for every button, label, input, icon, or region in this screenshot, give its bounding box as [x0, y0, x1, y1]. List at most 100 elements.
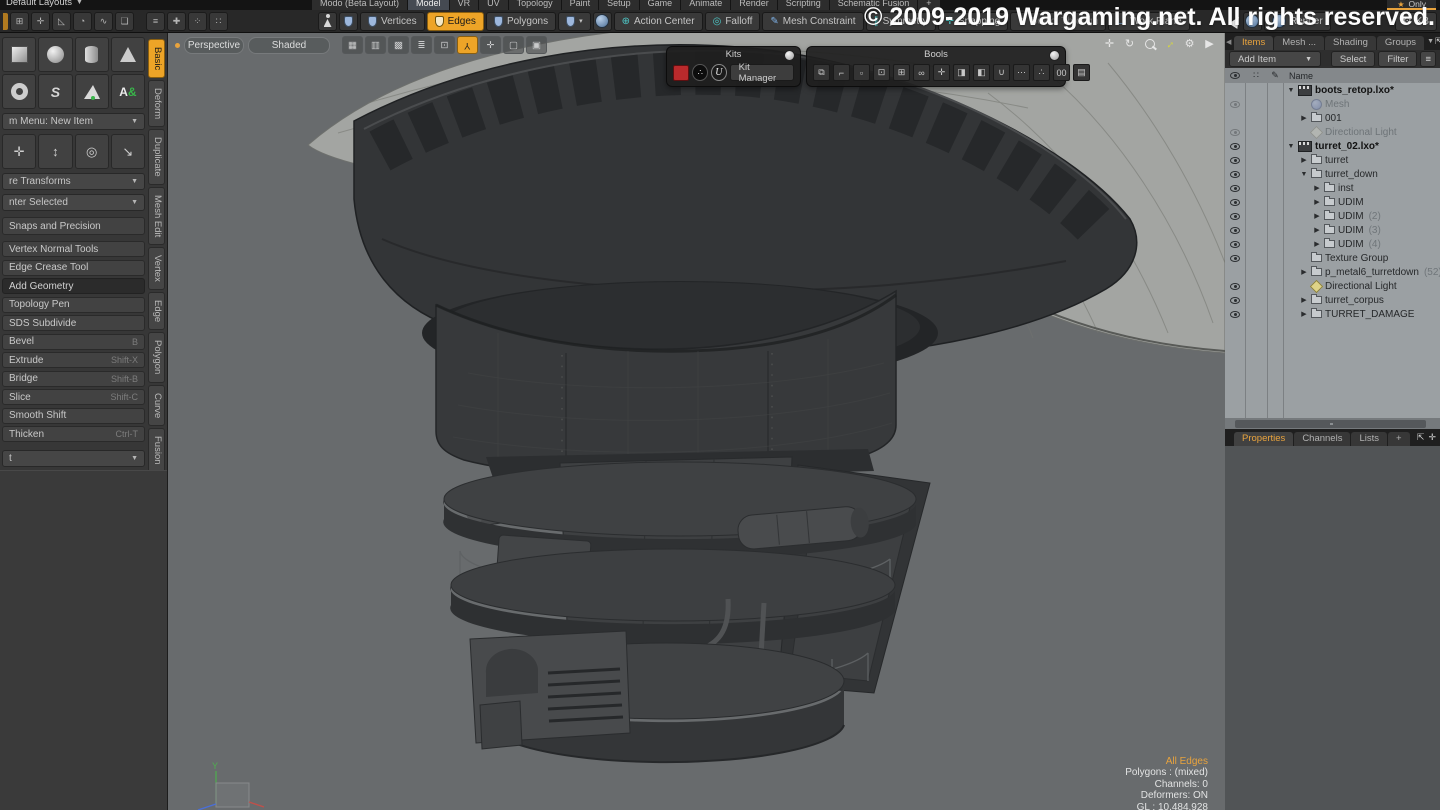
lock-column-icon[interactable]: ✎: [1267, 70, 1283, 81]
bool-add-icon[interactable]: ✛: [933, 64, 950, 81]
tree-item-directional-light[interactable]: Directional Light: [1225, 279, 1440, 293]
pan-icon[interactable]: ✛: [1102, 36, 1117, 51]
visibility-eye-icon[interactable]: [1225, 227, 1245, 234]
sidebar-tab-deform[interactable]: Deform: [148, 80, 165, 127]
visibility-eye-icon[interactable]: [1225, 171, 1245, 178]
transform-scale-icon[interactable]: ↘: [111, 134, 145, 169]
expand-select-icon[interactable]: ⁘: [188, 12, 207, 31]
bool-duplicate-icon[interactable]: ⧉: [813, 64, 830, 81]
expand-panel-icon[interactable]: ⇱: [1417, 432, 1425, 443]
filter-button[interactable]: Filter: [1378, 51, 1417, 67]
sidebar-tab-duplicate[interactable]: Duplicate: [148, 129, 165, 185]
bool-corner-icon[interactable]: ⌐: [833, 64, 850, 81]
cube-tool-icon[interactable]: [2, 37, 36, 72]
unreal-kit-icon[interactable]: U: [711, 64, 727, 81]
kb-button[interactable]: ⚙KB: [1395, 12, 1437, 31]
tree-caret-icon[interactable]: ▶: [1313, 198, 1321, 206]
tree-item-turret-corpus[interactable]: ▶turret_corpus: [1225, 293, 1440, 307]
sidebar-tab-edge[interactable]: Edge: [148, 292, 165, 330]
symmetry-button[interactable]: ∥Symmetry: [866, 12, 936, 31]
sds-subdivide-tool[interactable]: SDS Subdivide: [2, 315, 145, 331]
tree-item-mesh[interactable]: Mesh: [1225, 97, 1440, 111]
visibility-eye-icon[interactable]: [1225, 101, 1245, 108]
tree-item-001[interactable]: ▶001: [1225, 111, 1440, 125]
ref-system-icon[interactable]: [593, 12, 612, 31]
helix-tool-icon[interactable]: S: [38, 74, 72, 109]
visibility-eye-icon[interactable]: [1225, 213, 1245, 220]
render-column-icon[interactable]: ∷: [1245, 70, 1267, 81]
3d-viewport[interactable]: Perspective Shaded ▦▥▩≣⊡Y✛▢▣ ✛↻↔⚙▶ Kits …: [168, 33, 1225, 810]
view-mode-dropdown[interactable]: Perspective: [184, 37, 244, 54]
move-tool-icon[interactable]: ✚: [167, 12, 186, 31]
smooth-shift-tool[interactable]: Smooth Shift: [2, 408, 145, 424]
bool-link-icon[interactable]: ∞: [913, 64, 930, 81]
default-layouts-menu[interactable]: Default Layouts ▼: [6, 0, 83, 8]
panel-tab-channels[interactable]: Channels: [1294, 432, 1350, 446]
chevron-down-icon[interactable]: ▼: [1427, 38, 1434, 45]
tree-caret-icon[interactable]: ▶: [1300, 268, 1308, 276]
tree-item-turret-down[interactable]: ▼turret_down: [1225, 167, 1440, 181]
grid-toggle-icon[interactable]: ▢: [503, 36, 524, 54]
bool-insert-right-icon[interactable]: ◨: [953, 64, 970, 81]
visibility-eye-icon[interactable]: [1225, 157, 1245, 164]
dither-view-icon[interactable]: ▦: [342, 36, 363, 54]
tree-item-boots-retop-lxo[interactable]: ▼boots_retop.lxo*: [1225, 83, 1440, 97]
dark-kit-icon[interactable]: ∴: [692, 64, 708, 81]
selection-mode-polygons[interactable]: Polygons: [486, 12, 556, 31]
sidebar-tab-curve[interactable]: Curve: [148, 385, 165, 426]
actor-icon[interactable]: [318, 12, 337, 31]
lasso-select-icon[interactable]: ◺: [52, 12, 71, 31]
scrollbar-thumb[interactable]: [1235, 420, 1426, 428]
layout-tab-modo-beta-layout[interactable]: Modo (Beta Layout): [312, 0, 407, 10]
more-transforms-dropdown[interactable]: re Transforms▼: [2, 173, 145, 190]
tree-caret-icon[interactable]: ▶: [1313, 184, 1321, 192]
item-mode-dropdown[interactable]: ▾: [558, 12, 591, 31]
tree-item-udim[interactable]: ▶UDIM: [1225, 195, 1440, 209]
pin-panel-icon[interactable]: ✛: [1428, 432, 1436, 443]
sidebar-tab-mesh-edit[interactable]: Mesh Edit: [148, 187, 165, 245]
layout-tab-schematic-fusion[interactable]: Schematic Fusion: [830, 0, 918, 10]
turret-3d-model[interactable]: [168, 33, 1225, 810]
tree-item-udim-3[interactable]: ▶UDIM(3): [1225, 223, 1440, 237]
bool-small-square-icon[interactable]: ▫: [853, 64, 870, 81]
visibility-eye-icon[interactable]: [1225, 143, 1245, 150]
tree-item-udim-2[interactable]: ▶UDIM(2): [1225, 209, 1440, 223]
grid-snap-icon[interactable]: ⊞: [10, 12, 29, 31]
sphere-tool-icon[interactable]: [38, 37, 72, 72]
select-through-button[interactable]: ⁘Select Through: [1010, 12, 1106, 31]
bridge-tool[interactable]: BridgeShift-B: [2, 371, 145, 387]
orbit-icon[interactable]: ↻: [1122, 36, 1137, 51]
extrude-tool[interactable]: ExtrudeShift-X: [2, 352, 145, 368]
layout-tab-scripting[interactable]: Scripting: [778, 0, 829, 10]
visibility-eye-icon[interactable]: [1225, 199, 1245, 206]
list-menu-icon[interactable]: ≡: [1420, 51, 1436, 67]
tree-item-udim-4[interactable]: ▶UDIM(4): [1225, 237, 1440, 251]
tree-caret-icon[interactable]: ▶: [1313, 226, 1321, 234]
curve-select-icon[interactable]: ∿: [94, 12, 113, 31]
partial-tool-icon[interactable]: [3, 13, 8, 30]
tree-caret-icon[interactable]: ▶: [1300, 156, 1308, 164]
panel-tab-mesh[interactable]: Mesh ...: [1274, 36, 1324, 50]
globe-icon[interactable]: [1243, 12, 1262, 31]
sidebar-tab-basic[interactable]: Basic: [148, 39, 165, 78]
layout-tab-model[interactable]: Model: [408, 0, 449, 10]
bool-ellipsis-icon[interactable]: ⋯: [1013, 64, 1030, 81]
name-column-header[interactable]: Name: [1283, 71, 1313, 81]
snapping-button[interactable]: ✛Snapping: [938, 12, 1009, 31]
visibility-eye-icon[interactable]: [1225, 241, 1245, 248]
add-geometry-header[interactable]: Add Geometry: [2, 278, 145, 294]
sidebar-tab-fusion[interactable]: Fusion: [148, 428, 165, 473]
thicken-tool[interactable]: ThickenCtrl-T: [2, 426, 145, 442]
layout-tab-render[interactable]: Render: [731, 0, 777, 10]
background-toggle-icon[interactable]: ▩: [388, 36, 409, 54]
panel-tab-lists[interactable]: Lists: [1351, 432, 1387, 446]
axis-mode-icon[interactable]: Y: [457, 36, 478, 54]
topology-pen-tool[interactable]: Topology Pen: [2, 297, 145, 313]
items-mode-shield-icon[interactable]: [339, 12, 358, 31]
kit-manager-button[interactable]: Kit Manager: [730, 64, 794, 81]
visibility-eye-icon[interactable]: [1225, 185, 1245, 192]
panel-tab-items[interactable]: Items: [1234, 36, 1273, 50]
zoom-icon[interactable]: [1142, 36, 1157, 51]
visibility-eye-icon[interactable]: [1225, 283, 1245, 290]
tree-item-turret-02-lxo[interactable]: ▼turret_02.lxo*: [1225, 139, 1440, 153]
